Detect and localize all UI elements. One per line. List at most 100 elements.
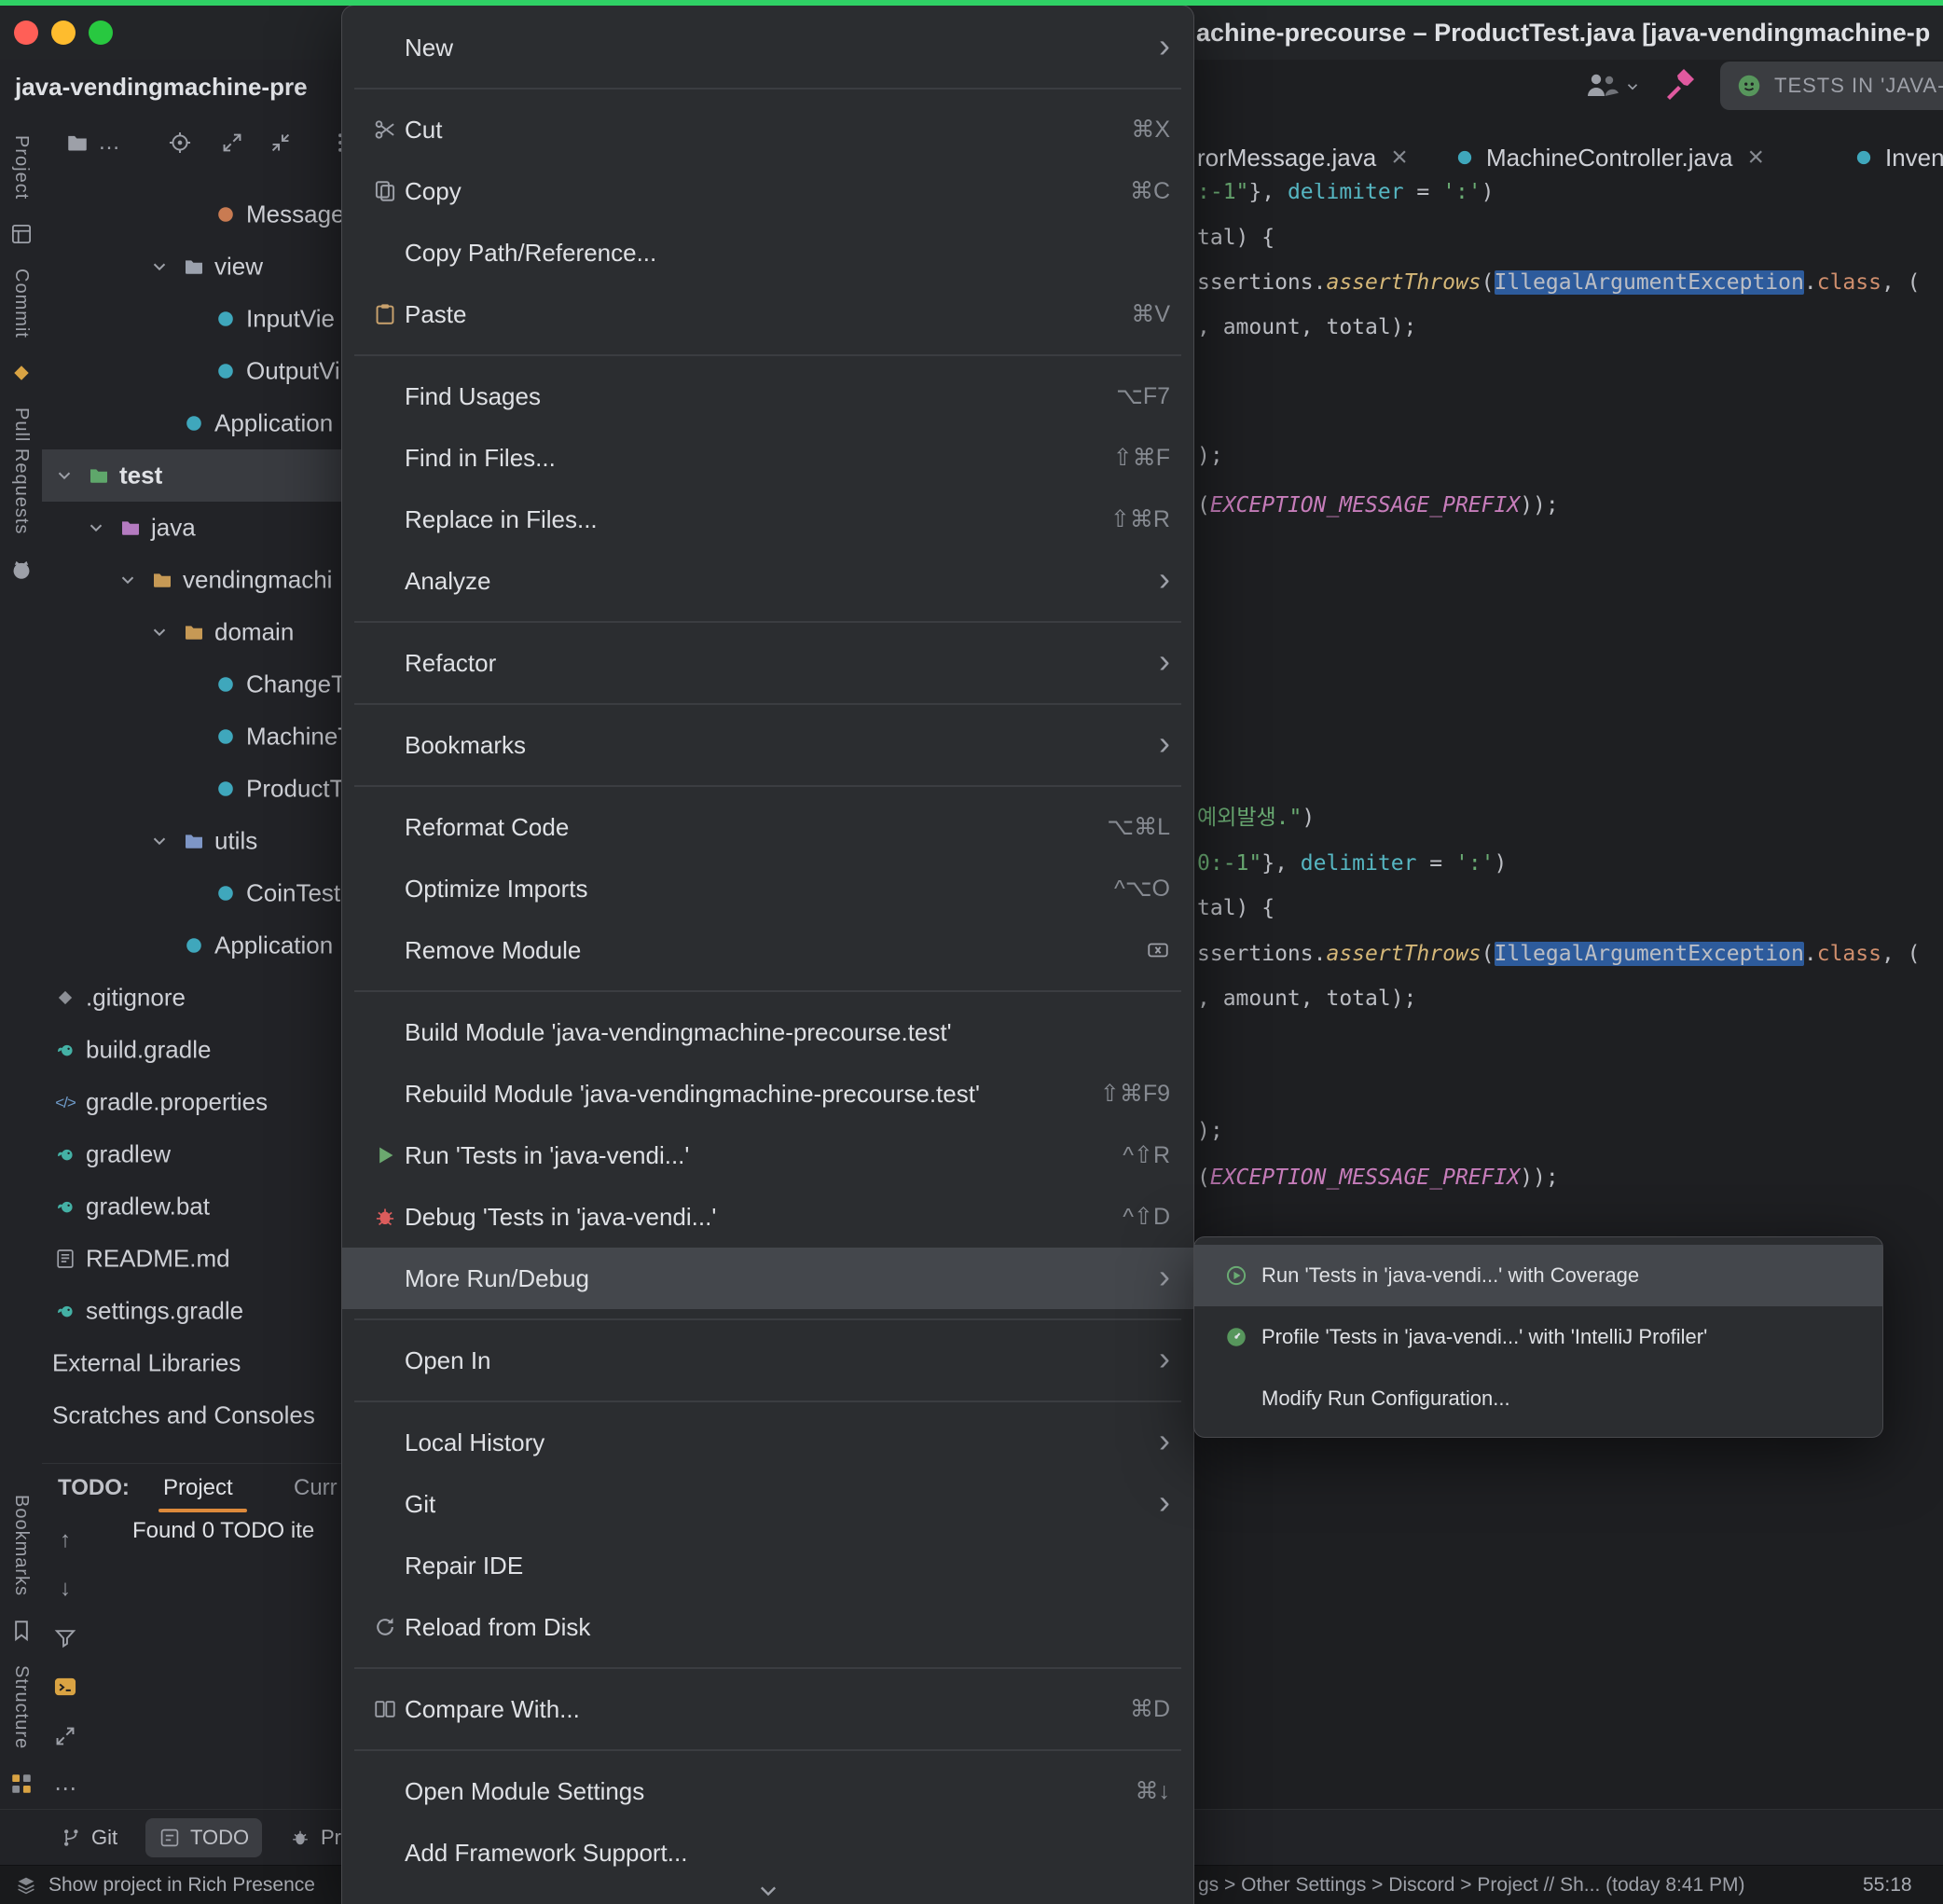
submenu-item-label: Run 'Tests in 'java-vendi...' with Cover… <box>1261 1263 1639 1288</box>
github-icon[interactable] <box>9 558 34 582</box>
menu-item-add-framework-support[interactable]: Add Framework Support... <box>342 1822 1193 1883</box>
code-line: :-1"}, delimiter = ':') <box>1197 183 1495 214</box>
stripe-button-project[interactable]: Project <box>10 135 32 200</box>
submenu-arrow-icon: › <box>1159 1424 1170 1457</box>
menu-item-rebuild-module-java-vendingmachine-precourse-test[interactable]: Rebuild Module 'java-vendingmachine-prec… <box>342 1063 1193 1124</box>
submenu-arrow-icon: › <box>1159 644 1170 678</box>
tree-item-label: InputVie <box>246 305 335 334</box>
code-line: (EXCEPTION_MESSAGE_PREFIX)); <box>1197 483 1559 528</box>
code-line: tal) { <box>1197 886 1275 931</box>
chevdown-icon[interactable] <box>149 622 170 642</box>
status-message[interactable]: Show project in Rich Presence <box>48 1866 315 1904</box>
bookmark-icon[interactable] <box>9 1619 34 1643</box>
class-icon <box>183 934 205 957</box>
menu-item-copy[interactable]: Copy⌘C <box>342 160 1193 222</box>
code-line: tal) { <box>1197 215 1275 260</box>
preview-source-button[interactable] <box>53 1675 77 1699</box>
stripe-button-bookmarks[interactable]: Bookmarks <box>10 1495 32 1596</box>
previous-todo-button[interactable]: ↑ <box>53 1528 77 1552</box>
menu-item-debug-tests-in-java-vendi[interactable]: Debug 'Tests in 'java-vendi...'^⇧D <box>342 1186 1193 1248</box>
stripe-button-pull-requests[interactable]: Pull Requests <box>10 407 32 534</box>
menu-item-git[interactable]: Git › <box>342 1473 1193 1535</box>
filter-todos-button[interactable] <box>53 1626 77 1650</box>
chevdown-icon[interactable] <box>149 831 170 851</box>
submenu-item-run-tests-in-java-vendi-with-coverage[interactable]: Run 'Tests in 'java-vendi...' with Cover… <box>1194 1245 1882 1306</box>
stripe-button-structure[interactable]: Structure <box>10 1665 32 1749</box>
chevdown-icon[interactable] <box>117 570 138 590</box>
diff-icon <box>373 1697 397 1721</box>
expand-panel-button[interactable] <box>53 1724 77 1748</box>
chevdown-icon[interactable] <box>54 465 75 486</box>
menu-separator <box>354 621 1181 623</box>
refresh-icon <box>373 1615 397 1639</box>
menu-scroll-down-icon[interactable] <box>342 1880 1193 1902</box>
menu-item-label: Git <box>405 1490 435 1519</box>
menu-item-remove-module[interactable]: Remove Module <box>342 919 1193 981</box>
menu-separator <box>354 88 1181 90</box>
code-with-me-users-icon[interactable] <box>1583 67 1620 104</box>
menu-item-optimize-imports[interactable]: Optimize Imports^⌥O <box>342 858 1193 919</box>
class-icon <box>214 882 237 904</box>
code-line: ssertions.assertThrows(IllegalArgumentEx… <box>1197 931 1921 976</box>
code-line: ); <box>1197 434 1223 478</box>
submenu-arrow-icon: › <box>1159 29 1170 62</box>
menu-item-analyze[interactable]: Analyze› <box>342 550 1193 612</box>
menu-item-find-usages[interactable]: Find Usages⌥F7 <box>342 366 1193 427</box>
toolwindow-button-git[interactable]: Git <box>47 1818 131 1857</box>
menu-shortcut: ⌘D <box>1130 1695 1170 1723</box>
menu-item-run-tests-in-java-vendi[interactable]: Run 'Tests in 'java-vendi...'^⇧R <box>342 1124 1193 1186</box>
editor-tab-inventory[interactable]: Inventory <box>1853 131 1943 184</box>
commit-icon[interactable] <box>9 361 34 385</box>
menu-item-compare-with[interactable]: Compare With...⌘D <box>342 1678 1193 1740</box>
menu-item-build-module-java-vendingmachine-precourse-test[interactable]: Build Module 'java-vendingmachine-precou… <box>342 1001 1193 1063</box>
menu-icon-slot <box>373 302 405 326</box>
menu-item-paste[interactable]: Paste ⌘V <box>342 283 1193 345</box>
chevdown-icon[interactable] <box>86 517 106 538</box>
next-todo-button[interactable]: ↓ <box>53 1577 77 1601</box>
menu-item-local-history[interactable]: Local History› <box>342 1412 1193 1473</box>
menu-item-label: New <box>405 34 453 62</box>
menu-item-reload-from-disk[interactable]: Reload from Disk <box>342 1596 1193 1658</box>
menu-item-refactor[interactable]: Refactor› <box>342 632 1193 694</box>
gradle-icon <box>54 1143 76 1166</box>
menu-item-label: Build Module 'java-vendingmachine-precou… <box>405 1018 952 1047</box>
menu-item-replace-in-files[interactable]: Replace in Files...⇧⌘R <box>342 489 1193 550</box>
menu-item-more-run-debug[interactable]: More Run/Debug› <box>342 1248 1193 1309</box>
menu-item-bookmarks[interactable]: Bookmarks› <box>342 714 1193 776</box>
toolwindow-button-todo[interactable]: TODO <box>145 1818 262 1857</box>
todo-icon <box>158 1827 181 1849</box>
editor-tab-rormessage-java[interactable]: rorMessage.java× <box>1197 131 1408 184</box>
menu-item-reformat-code[interactable]: Reformat Code⌥⌘L <box>342 796 1193 858</box>
menu-item-open-module-settings[interactable]: Open Module Settings⌘↓ <box>342 1760 1193 1822</box>
close-tab-icon[interactable]: × <box>1747 142 1764 173</box>
close-tab-icon[interactable]: × <box>1391 142 1408 173</box>
more-options-button[interactable]: ⋯ <box>53 1777 77 1801</box>
menu-item-copy-path-reference[interactable]: Copy Path/Reference... <box>342 222 1193 283</box>
menu-item-right: › <box>1140 1345 1170 1375</box>
structure-icon[interactable] <box>9 1772 34 1796</box>
project-icon[interactable] <box>9 222 34 246</box>
menu-item-open-in[interactable]: Open In› <box>342 1330 1193 1391</box>
run-icon <box>373 1143 397 1167</box>
menu-item-repair-ide[interactable]: Repair IDE <box>342 1535 1193 1596</box>
code-editor[interactable]: :-1"}, delimiter = ':')tal) {ssertions.a… <box>1194 183 1943 1865</box>
run-configuration-selector[interactable]: TESTS IN 'JAVA-VE <box>1720 62 1943 110</box>
build-hammer-icon[interactable] <box>1661 65 1699 103</box>
code-line: , amount, total); <box>1197 976 1416 1021</box>
submenu-item-profile-tests-in-java-vendi-with-intellij-profiler[interactable]: Profile 'Tests in 'java-vendi...' with '… <box>1194 1306 1882 1368</box>
editor-tab-machinecontroller-java[interactable]: MachineController.java× <box>1454 131 1764 184</box>
menu-item-label: Paste <box>405 300 467 329</box>
chevdown-icon[interactable] <box>149 256 170 277</box>
gitfile-icon <box>54 986 76 1009</box>
menu-item-right: › <box>1140 1489 1170 1519</box>
menu-shortcut: ⌘V <box>1131 300 1170 328</box>
folder-icon <box>119 517 142 539</box>
caret-position[interactable]: 55:18 <box>1863 1866 1912 1904</box>
stripe-button-commit[interactable]: Commit <box>10 269 32 338</box>
submenu-item-modify-run-configuration[interactable]: Modify Run Configuration... <box>1194 1368 1882 1429</box>
menu-item-cut[interactable]: Cut⌘X <box>342 99 1193 160</box>
menu-item-new[interactable]: New › <box>342 17 1193 78</box>
menu-item-find-in-files[interactable]: Find in Files...⇧⌘F <box>342 427 1193 489</box>
class-icon <box>214 778 237 800</box>
class-icon <box>214 725 237 748</box>
